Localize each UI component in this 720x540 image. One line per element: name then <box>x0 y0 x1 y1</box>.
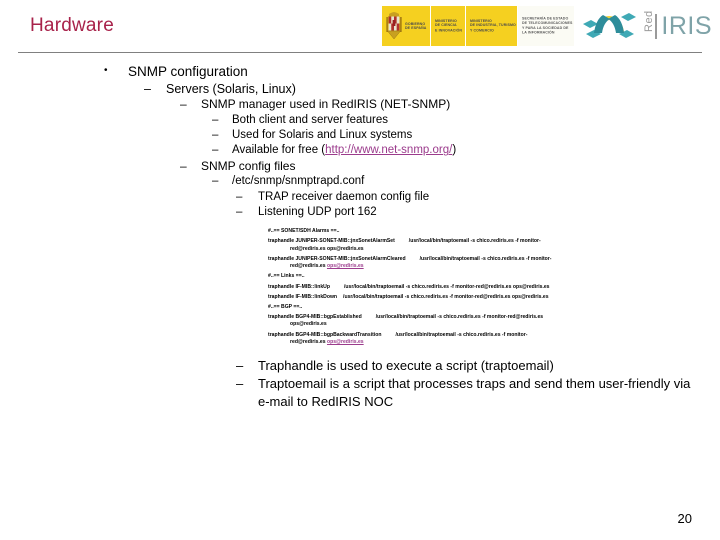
config-line-linkdown: traphandle IF-MIB::linkDown/usr/local/bi… <box>268 294 698 302</box>
slide-header: Hardware GOBIERNO DE ESPAÑA MINISTERIO D… <box>0 0 720 52</box>
bullet-snmp-config-files-label: SNMP config files <box>201 158 296 173</box>
logo-secretaria-estado-telecomunicaciones-label: SECRETARÍA DE ESTADO DE TELECOMUNICACION… <box>522 16 573 35</box>
net-snmp-website-link[interactable]: http://www.net-snmp.org/ <box>325 144 452 156</box>
ops-rediris-mail-link[interactable]: ops@rediris.es <box>327 339 364 345</box>
logo-ministerio-ciencia-innovacion: MINISTERIO DE CIENCIA E INNOVACIÓN <box>430 6 466 46</box>
bullet-used-for-solaris-linux: – Used for Solaris and Linux systems <box>212 128 700 143</box>
config-sonet-cleared-recipients: red@rediris.es ops@rediris.es <box>268 263 698 271</box>
bullet-snmptrapd-conf-path: – /etc/snmp/snmptrapd.conf <box>212 174 700 189</box>
bullet-listening-udp-port-label: Listening UDP port 162 <box>258 205 377 218</box>
config-line-sonet-alarm-cleared: traphandle JUNIPER-SONET-MIB::jnxSonetAl… <box>268 256 698 271</box>
logo-ministerio-industria-turismo-comercio-label: MINISTERIO DE INDUSTRIA, TURISMO Y COMER… <box>469 19 516 33</box>
logo-ministerio-industria-turismo-comercio: MINISTERIO DE INDUSTRIA, TURISMO Y COMER… <box>465 6 519 46</box>
available-suffix-text: ) <box>452 144 457 157</box>
bullet-available-for-free-label: Available for free (http://www.net-snmp.… <box>232 143 700 158</box>
page-number: 20 <box>677 511 692 526</box>
config-bgp-backward-recipient-plain: red@rediris.es <box>290 339 327 346</box>
bullet-traptoemail-description: – Traptoemail is a script that processes… <box>236 375 700 411</box>
config-sonet-cleared-trap: traphandle JUNIPER-SONET-MIB::jnxSonetAl… <box>268 255 406 262</box>
logo-gobierno-de-espana-label: GOBIERNO DE ESPAÑA <box>405 21 427 31</box>
bullet-dash-icon: – <box>180 158 187 173</box>
available-prefix-text: Available for free ( <box>232 144 326 157</box>
rediris-logo: Red IRIS <box>574 6 712 46</box>
config-sonet-set-trap: traphandle JUNIPER-SONET-MIB::jnxSonetAl… <box>268 238 395 245</box>
bullet-dash-icon: – <box>212 114 219 127</box>
bullet-snmp-manager: – SNMP manager used in RedIRIS (NET-SNMP… <box>180 97 700 113</box>
bullet-dash-icon: – <box>212 144 219 157</box>
snmptrapd-conf-excerpt: #..== SONET/SDH Alarms ==.. traphandle J… <box>268 228 698 347</box>
slide-content: • SNMP configuration – Servers (Solaris,… <box>0 53 720 411</box>
bullet-disc-icon: • <box>104 65 108 76</box>
bullet-servers: – Servers (Solaris, Linux) <box>144 81 700 98</box>
rediris-wordmark: Red IRIS <box>643 10 712 39</box>
config-sonet-set-recipients: red@rediris.es ops@rediris.es <box>290 245 364 252</box>
config-bgp-established-recipients: ops@rediris.es <box>290 321 327 328</box>
bullet-listening-udp-port: – Listening UDP port 162 <box>236 205 700 220</box>
config-line-sonet-alarm-set: traphandle JUNIPER-SONET-MIB::jnxSonetAl… <box>268 238 698 253</box>
bullet-snmp-config-files: – SNMP config files <box>180 159 700 175</box>
config-linkup-cmd: /usr/local/bin/traptoemail -s chico.redi… <box>343 283 550 290</box>
ops-rediris-mail-link[interactable]: ops@rediris.es <box>327 263 364 269</box>
config-comment-links: #..== Links ==.. <box>268 273 305 280</box>
bullet-dash-icon: – <box>236 205 243 218</box>
rediris-mark-icon <box>583 13 637 38</box>
config-comment-sonet: #..== SONET/SDH Alarms ==.. <box>268 228 340 234</box>
bullet-servers-label: Servers (Solaris, Linux) <box>166 81 296 96</box>
config-bgp-backward-trap: traphandle BGP4-MIB::bgpBackwardTransiti… <box>268 331 382 338</box>
bullet-dash-icon: – <box>236 375 244 391</box>
config-linkup-trap: traphandle IF-MIB::linkUp <box>268 283 330 290</box>
bullet-snmptrapd-conf-path-label: /etc/snmp/snmptrapd.conf <box>232 175 365 188</box>
config-line-bgp-established: traphandle BGP4-MIB::bgpEstablished/usr/… <box>268 314 698 329</box>
config-linkdown-cmd: /usr/local/bin/traptoemail -s chico.redi… <box>343 293 549 300</box>
bullet-traphandle-description-label: Traphandle is used to execute a script (… <box>258 357 554 373</box>
logo-ministerio-ciencia-innovacion-label: MINISTERIO DE CIENCIA E INNOVACIÓN <box>434 19 462 33</box>
bullet-snmp-configuration: • SNMP configuration <box>104 63 700 81</box>
config-bgp-established-cmd: /usr/local/bin/traptoemail -s chico.redi… <box>375 313 544 320</box>
page-title: Hardware <box>30 15 114 36</box>
bullet-available-for-free: – Available for free (http://www.net-snm… <box>212 143 700 158</box>
config-line-bgp-backward-transition: traphandle BGP4-MIB::bgpBackwardTransiti… <box>268 332 698 347</box>
bullet-dash-icon: – <box>180 97 187 112</box>
bullet-snmp-manager-label: SNMP manager used in RedIRIS (NET-SNMP) <box>201 97 451 112</box>
bullet-used-for-solaris-linux-label: Used for Solaris and Linux systems <box>232 129 413 142</box>
config-bgp-backward-cmd: /usr/local/bin/traptoemail -s chico.redi… <box>395 331 528 338</box>
bullet-dash-icon: – <box>212 129 219 142</box>
bullet-trap-receiver-daemon: – TRAP receiver daemon config file <box>236 190 700 205</box>
bullet-trap-receiver-daemon-label: TRAP receiver daemon config file <box>258 190 430 203</box>
config-sonet-cleared-cmd: /usr/local/bin/traptoemail -s chico.redi… <box>419 255 552 262</box>
spain-coat-of-arms-icon <box>386 12 402 40</box>
bullet-dash-icon: – <box>212 175 219 188</box>
bullet-snmp-configuration-label: SNMP configuration <box>128 64 248 79</box>
rediris-iris-text: IRIS <box>655 13 712 39</box>
header-logo-bar: GOBIERNO DE ESPAÑA MINISTERIO DE CIENCIA… <box>382 6 712 46</box>
config-bgp-established-trap: traphandle BGP4-MIB::bgpEstablished <box>268 313 362 320</box>
bullet-both-client-server: – Both client and server features <box>212 113 700 128</box>
config-bgp-backward-recipients: red@rediris.es ops@rediris.es <box>268 339 698 347</box>
logo-secretaria-estado-telecomunicaciones: SECRETARÍA DE ESTADO DE TELECOMUNICACION… <box>518 6 575 46</box>
bullet-traphandle-description: – Traphandle is used to execute a script… <box>236 357 700 375</box>
bullet-dash-icon: – <box>236 190 243 203</box>
config-line-linkup: traphandle IF-MIB::linkUp/usr/local/bin/… <box>268 284 698 292</box>
spanish-government-logo-band: GOBIERNO DE ESPAÑA MINISTERIO DE CIENCIA… <box>382 6 575 46</box>
config-sonet-cleared-recipient-plain: red@rediris.es <box>290 263 327 270</box>
config-sonet-set-cmd: /usr/local/bin/traptoemail -s chico.redi… <box>408 238 541 245</box>
bullet-dash-icon: – <box>144 81 151 96</box>
config-comment-bgp: #..== BGP ==.. <box>268 303 303 310</box>
bullet-both-client-server-label: Both client and server features <box>232 114 388 127</box>
config-linkdown-trap: traphandle IF-MIB::linkDown <box>268 293 338 300</box>
bullet-traptoemail-description-label: Traptoemail is a script that processes t… <box>258 375 691 409</box>
closing-bullets: – Traphandle is used to execute a script… <box>20 357 700 411</box>
rediris-red-text: Red <box>643 10 656 32</box>
logo-gobierno-de-espana: GOBIERNO DE ESPAÑA <box>382 6 431 46</box>
bullet-dash-icon: – <box>236 357 244 373</box>
